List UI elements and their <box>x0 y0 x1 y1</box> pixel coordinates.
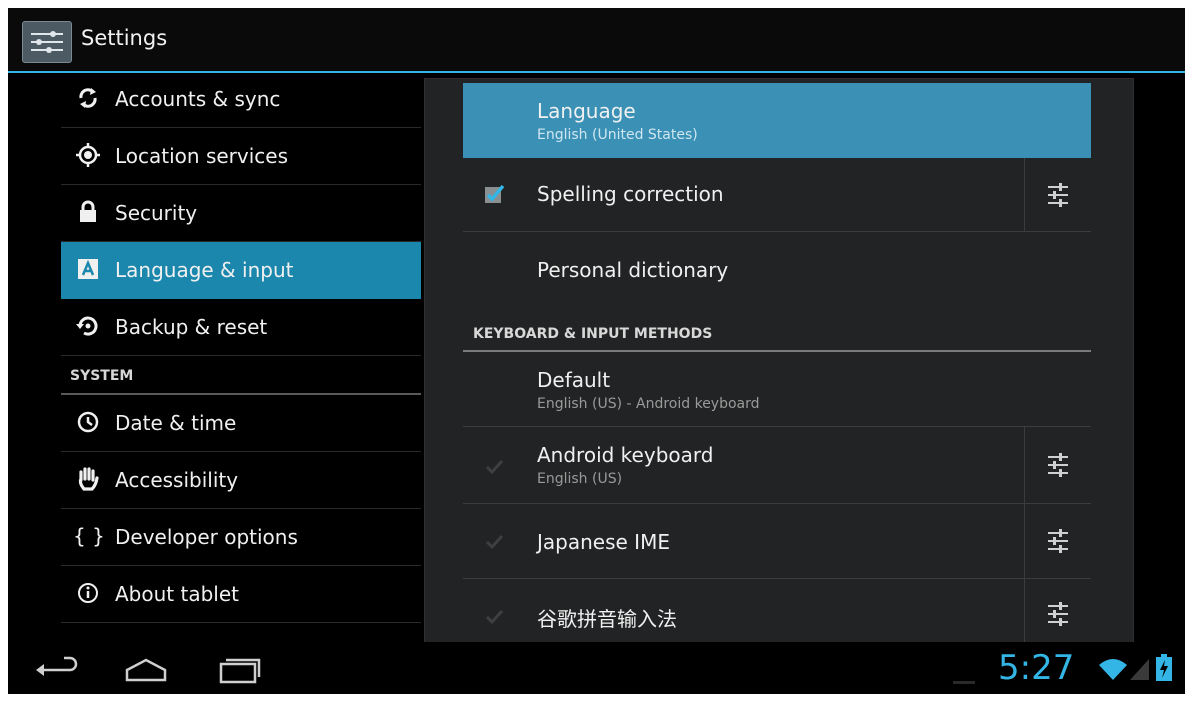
tune-sliders-icon <box>1048 602 1068 626</box>
tune-sliders-icon <box>1048 453 1068 477</box>
signal-icon <box>1129 657 1151 685</box>
location-icon <box>75 142 101 168</box>
sidebar-item-accessibility[interactable]: Accessibility <box>61 452 421 509</box>
recent-apps-icon <box>219 658 261 684</box>
sidebar-item-label: Accounts & sync <box>115 87 281 111</box>
sidebar-item-language-input[interactable]: Language & input <box>61 242 421 299</box>
back-button[interactable] <box>32 652 82 686</box>
keyboard-a-icon <box>75 256 101 282</box>
sidebar-item-label: Developer options <box>115 525 298 549</box>
language-row[interactable]: Language English (United States) <box>463 83 1091 158</box>
clock[interactable]: 5:27 <box>998 648 1074 688</box>
checkbox-checked-icon[interactable] <box>483 183 505 205</box>
pinyin-settings-button[interactable] <box>1024 579 1091 643</box>
system-navigation-bar: 5:27 <box>8 642 1185 694</box>
home-icon <box>125 658 167 682</box>
tune-sliders-icon <box>1048 183 1068 207</box>
clock-icon <box>75 409 101 435</box>
row-title: Default <box>537 368 611 392</box>
personal-dictionary-row[interactable]: Personal dictionary <box>463 232 1091 306</box>
back-icon <box>36 656 78 676</box>
page-title: Settings <box>81 26 168 50</box>
backup-icon <box>75 313 101 339</box>
android-keyboard-settings-button[interactable] <box>1024 427 1091 503</box>
row-title: 谷歌拼音输入法 <box>537 607 677 631</box>
battery-charging-icon <box>1155 654 1173 686</box>
info-icon <box>75 580 101 606</box>
row-subtitle: English (US) <box>537 471 623 487</box>
checkbox-disabled-icon <box>483 605 505 627</box>
sidebar-item-location-services[interactable]: Location services <box>61 128 421 185</box>
row-subtitle: English (United States) <box>537 127 698 143</box>
sidebar-item-label: About tablet <box>115 582 239 606</box>
sidebar-item-security[interactable]: Security <box>61 185 421 242</box>
japanese-ime-settings-button[interactable] <box>1024 504 1091 578</box>
sidebar-item-about-tablet[interactable]: About tablet <box>61 566 421 623</box>
row-title: Spelling correction <box>537 182 724 206</box>
row-title: Japanese IME <box>537 530 670 554</box>
sidebar-item-label: Security <box>115 201 198 225</box>
row-title: Android keyboard <box>537 443 714 467</box>
sidebar-item-label: Backup & reset <box>115 315 268 339</box>
row-subtitle: English (US) - Android keyboard <box>537 396 760 412</box>
section-header-keyboard: KEYBOARD & INPUT METHODS <box>463 314 1091 352</box>
braces-icon: { } <box>73 524 105 548</box>
japanese-ime-row[interactable]: Japanese IME <box>463 504 1091 579</box>
android-keyboard-row[interactable]: Android keyboard English (US) <box>463 427 1091 504</box>
screen: Settings Accounts & sync Location servic… <box>8 8 1185 694</box>
spelling-settings-button[interactable] <box>1024 158 1091 231</box>
sidebar-item-date-time[interactable]: Date & time <box>61 395 421 452</box>
hand-icon <box>75 466 101 492</box>
sidebar-item-label: Location services <box>115 144 289 168</box>
sidebar-item-accounts-sync[interactable]: Accounts & sync <box>61 71 421 128</box>
spelling-correction-row[interactable]: Spelling correction <box>463 158 1091 232</box>
sidebar-item-developer-options[interactable]: { } Developer options <box>61 509 421 566</box>
row-title: Language <box>537 99 636 123</box>
recent-apps-button[interactable] <box>215 652 265 686</box>
sidebar-item-label: Date & time <box>115 411 237 435</box>
sidebar-item-backup-reset[interactable]: Backup & reset <box>61 299 421 356</box>
wifi-icon <box>1098 657 1128 685</box>
row-title: Personal dictionary <box>537 258 729 282</box>
sync-icon <box>75 85 101 111</box>
checkbox-disabled-icon <box>483 455 505 477</box>
default-keyboard-row[interactable]: Default English (US) - Android keyboard <box>463 352 1091 427</box>
lock-icon <box>75 199 101 225</box>
home-button[interactable] <box>121 652 171 686</box>
action-bar: Settings <box>8 8 1185 73</box>
tune-sliders-icon <box>1048 529 1068 553</box>
sidebar-item-label: Accessibility <box>115 468 239 492</box>
checkbox-disabled-icon <box>483 530 505 552</box>
section-header-label: KEYBOARD & INPUT METHODS <box>473 326 713 342</box>
sidebar-item-label: Language & input <box>115 258 294 282</box>
pinyin-ime-row[interactable]: 谷歌拼音输入法 <box>463 579 1091 643</box>
language-input-panel: Language English (United States) Spellin… <box>424 78 1134 643</box>
settings-sliders-icon[interactable] <box>22 21 72 63</box>
settings-category-list: Accounts & sync Location services Securi… <box>61 71 421 623</box>
notification-dash-icon <box>953 670 975 689</box>
section-header-system: SYSTEM <box>61 356 421 395</box>
section-header-label: SYSTEM <box>70 368 134 384</box>
